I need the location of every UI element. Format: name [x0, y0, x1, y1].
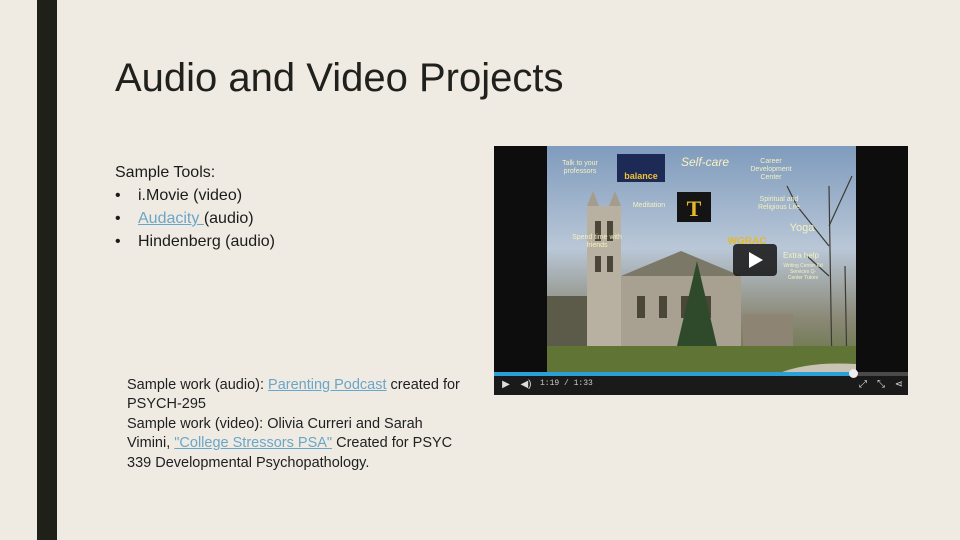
campus-chapel-image: T: [547, 154, 856, 374]
play-icon[interactable]: ▶: [497, 378, 515, 392]
bullet: •: [115, 187, 121, 204]
time-display: 1:19 / 1:33: [540, 379, 593, 388]
tools-heading: Sample Tools:: [115, 164, 216, 181]
overlay-meditation: Meditation: [632, 202, 666, 209]
bullet: •: [115, 233, 121, 250]
list-item: • Hindenberg (audio): [115, 230, 275, 253]
progress-handle[interactable]: [848, 369, 858, 378]
overlay-spend: Spend time with friends: [572, 234, 622, 249]
share-icon[interactable]: ⋖: [890, 378, 908, 392]
video-controls: ▶ ◀) 1:19 / 1:33 ⤢ ⤡ ⋖: [494, 369, 908, 395]
overlay-yoga: Yoga: [789, 222, 815, 234]
overlay-selfcare: Self-care: [680, 155, 730, 169]
overlay-career: Career Development Center: [750, 158, 792, 181]
left-accent-bar: [37, 0, 57, 540]
audacity-link[interactable]: Audacity: [138, 210, 204, 227]
overlay-extra-detail: Writing Center Ed Services Q-Center Tuto…: [783, 263, 823, 281]
progress-bar[interactable]: [494, 369, 908, 378]
video-frame[interactable]: T Talk to your professors balance Self-c…: [547, 146, 856, 374]
svg-text:T: T: [687, 196, 702, 221]
sample-work: Sample work (audio): Parenting Podcast c…: [127, 376, 467, 473]
bullet: •: [115, 210, 121, 227]
video-player[interactable]: T Talk to your professors balance Self-c…: [494, 146, 908, 395]
volume-icon[interactable]: ◀): [517, 378, 535, 392]
sample-video: Sample work (video): Olivia Curreri and …: [127, 415, 467, 473]
overlay-balance: balance: [624, 171, 658, 181]
tool-type: (audio): [220, 233, 275, 250]
overlay-talk: Talk to your professors: [562, 160, 598, 175]
sample-tools: Sample Tools: • i.Movie (video) • Audaci…: [115, 161, 275, 253]
progress-fill: [494, 372, 853, 376]
tool-name: i.Movie: [138, 187, 189, 204]
slide-title: Audio and Video Projects: [115, 56, 564, 100]
sample-audio: Sample work (audio): Parenting Podcast c…: [127, 376, 467, 415]
play-overlay-button[interactable]: [733, 244, 777, 276]
college-stressors-psa-link[interactable]: "College Stressors PSA": [174, 435, 332, 451]
fullscreen-icon[interactable]: ⤢: [854, 378, 872, 392]
tool-name: Hindenberg: [138, 233, 221, 250]
overlay-spiritual: Spiritual and Religious Life: [757, 196, 801, 211]
overlay-extra-help: Extra help: [782, 251, 820, 260]
list-item: • i.Movie (video): [115, 184, 275, 207]
tool-type: (audio): [203, 210, 254, 227]
popout-icon[interactable]: ⤡: [872, 378, 890, 392]
tool-type: (video): [188, 187, 243, 204]
tools-list: • i.Movie (video) • Audacity (audio) • H…: [115, 184, 275, 253]
list-item: • Audacity (audio): [115, 207, 275, 230]
parenting-podcast-link[interactable]: Parenting Podcast: [268, 377, 387, 393]
sample-audio-label: Sample work (audio):: [127, 377, 269, 393]
